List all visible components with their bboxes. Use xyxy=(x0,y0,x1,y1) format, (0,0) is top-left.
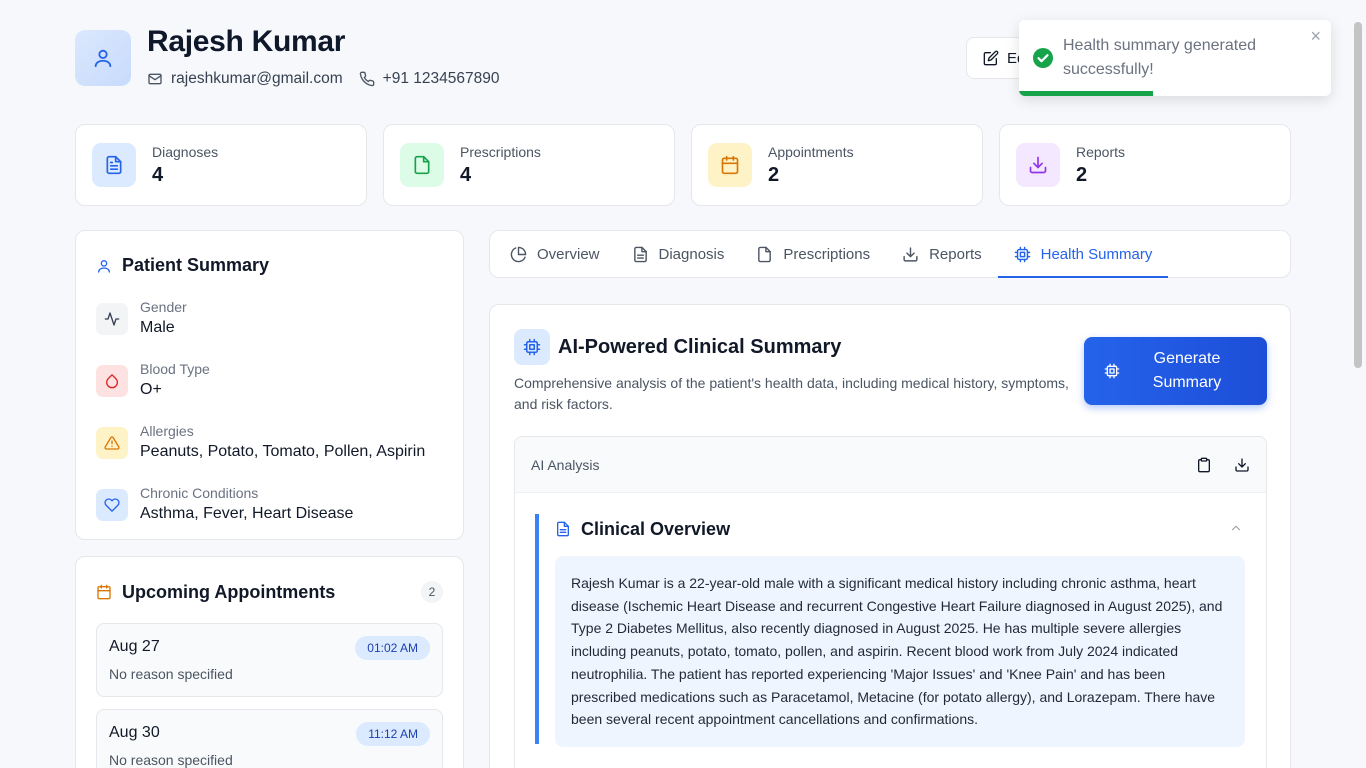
info-label: Allergies xyxy=(140,423,194,439)
card-title: Upcoming Appointments xyxy=(122,581,336,602)
check-circle-icon xyxy=(1033,48,1053,68)
heart-icon xyxy=(96,489,128,521)
stat-value: 2 xyxy=(768,163,780,186)
download-icon xyxy=(1016,143,1060,187)
health-summary-panel: AI-Powered Clinical Summary Comprehensiv… xyxy=(489,304,1291,768)
close-icon[interactable]: × xyxy=(1310,26,1321,47)
stat-card-diagnoses[interactable]: Diagnoses 4 xyxy=(75,124,367,206)
tab-reports[interactable]: Reports xyxy=(886,231,998,277)
patient-phone: +91 1234567890 xyxy=(359,70,500,88)
stat-card-prescriptions[interactable]: Prescriptions 4 xyxy=(383,124,675,206)
stat-label: Appointments xyxy=(768,143,854,160)
analysis-label: AI Analysis xyxy=(531,456,600,473)
section-body: Rajesh Kumar is a 22-year-old male with … xyxy=(555,556,1245,747)
page-scrollbar[interactable] xyxy=(1354,22,1362,368)
info-value: Asthma, Fever, Heart Disease xyxy=(140,505,354,522)
summary-row-chronic-conditions: Chronic Conditions Asthma, Fever, Heart … xyxy=(96,484,443,524)
tab-label: Overview xyxy=(537,245,600,263)
mail-icon xyxy=(147,71,171,87)
tab-label: Health Summary xyxy=(1040,245,1153,263)
patient-name: Rajesh Kumar xyxy=(147,25,346,58)
section-title: Clinical Overview xyxy=(581,518,731,539)
user-icon xyxy=(92,47,114,69)
stat-label: Prescriptions xyxy=(460,143,541,160)
stat-value: 4 xyxy=(152,163,164,186)
user-icon xyxy=(96,258,122,274)
appointment-item[interactable]: Aug 27 No reason specified 01:02 AM xyxy=(96,623,443,697)
appointment-reason: No reason specified xyxy=(109,752,233,768)
file-text-icon xyxy=(632,246,659,263)
cpu-icon xyxy=(1014,246,1041,263)
generate-summary-label: Generate Summary xyxy=(1152,350,1222,391)
edit-icon xyxy=(983,50,1007,66)
file-text-icon xyxy=(555,521,571,537)
droplet-icon xyxy=(96,365,128,397)
email-text: rajeshkumar@gmail.com xyxy=(171,70,343,87)
stat-label: Reports xyxy=(1076,143,1126,160)
calendar-icon xyxy=(708,143,752,187)
appointment-item[interactable]: Aug 30 No reason specified 11:12 AM xyxy=(96,709,443,768)
summary-row-blood-type: Blood Type O+ xyxy=(96,360,443,400)
avatar xyxy=(75,30,131,86)
alert-triangle-icon xyxy=(96,427,128,459)
card-title: Patient Summary xyxy=(122,255,270,275)
pie-chart-icon xyxy=(510,246,537,263)
file-icon xyxy=(400,143,444,187)
toast-progress-bar xyxy=(1019,91,1154,96)
file-text-icon xyxy=(92,143,136,187)
clinical-overview-section: Clinical Overview Rajesh Kumar is a 22-y… xyxy=(535,514,1247,747)
stat-value: 4 xyxy=(460,163,472,186)
success-toast: Health summary generated successfully! × xyxy=(1019,20,1331,96)
stat-value: 2 xyxy=(1076,163,1088,186)
tab-health-summary[interactable]: Health Summary xyxy=(997,231,1169,278)
appointment-time-badge: 01:02 AM xyxy=(355,636,430,660)
upcoming-appointments-card: Upcoming Appointments 2 Aug 27 No reason… xyxy=(75,556,464,768)
panel-description: Comprehensive analysis of the patient's … xyxy=(514,375,1069,412)
info-label: Chronic Conditions xyxy=(140,485,259,501)
file-icon xyxy=(756,246,783,263)
panel-title: AI-Powered Clinical Summary xyxy=(558,336,842,358)
tab-prescriptions[interactable]: Prescriptions xyxy=(740,231,886,277)
chevron-up-icon[interactable] xyxy=(1229,521,1243,535)
info-label: Gender xyxy=(140,299,187,315)
cpu-icon xyxy=(1084,363,1120,379)
tab-label: Prescriptions xyxy=(783,245,871,263)
phone-icon xyxy=(359,71,383,87)
summary-row-gender: Gender Male xyxy=(96,298,443,338)
generate-summary-button[interactable]: Generate Summary xyxy=(1084,337,1267,405)
tab-label: Reports xyxy=(929,245,982,263)
section-header[interactable]: Clinical Overview xyxy=(555,514,1247,544)
download-icon xyxy=(902,246,929,263)
stats-row: Diagnoses 4 Prescriptions 4 Appointments… xyxy=(75,124,1307,206)
patient-summary-card: Patient Summary Gender Male Blood Type O… xyxy=(75,230,464,540)
info-value: Peanuts, Potato, Tomato, Pollen, Aspirin xyxy=(140,443,426,460)
tab-overview[interactable]: Overview xyxy=(494,231,616,277)
patient-email: rajeshkumar@gmail.com xyxy=(147,70,343,88)
info-value: O+ xyxy=(140,381,162,398)
summary-row-allergies: Allergies Peanuts, Potato, Tomato, Polle… xyxy=(96,422,443,462)
clipboard-icon[interactable] xyxy=(1196,457,1212,473)
cpu-icon xyxy=(514,329,550,365)
patient-header: Rajesh Kumar rajeshkumar@gmail.com +91 1… xyxy=(75,24,515,88)
stat-card-reports[interactable]: Reports 2 xyxy=(999,124,1291,206)
activity-icon xyxy=(96,303,128,335)
phone-text: +91 1234567890 xyxy=(382,70,500,87)
calendar-icon xyxy=(96,584,122,600)
tab-diagnosis[interactable]: Diagnosis xyxy=(616,231,741,277)
tab-label: Diagnosis xyxy=(658,245,725,263)
info-value: Male xyxy=(140,319,175,336)
appointment-time-badge: 11:12 AM xyxy=(356,722,430,746)
toast-message: Health summary generated successfully! xyxy=(1063,37,1256,78)
stat-label: Diagnoses xyxy=(152,143,219,160)
download-icon[interactable] xyxy=(1234,457,1250,473)
info-label: Blood Type xyxy=(140,361,210,377)
appointment-reason: No reason specified xyxy=(109,666,233,682)
tab-bar: Overview Diagnosis Prescriptions Reports… xyxy=(489,230,1291,278)
stat-card-appointments[interactable]: Appointments 2 xyxy=(691,124,983,206)
appointment-count-badge: 2 xyxy=(421,581,443,603)
ai-analysis-box: AI Analysis Clinical Overview Rajesh Kum… xyxy=(514,436,1267,768)
